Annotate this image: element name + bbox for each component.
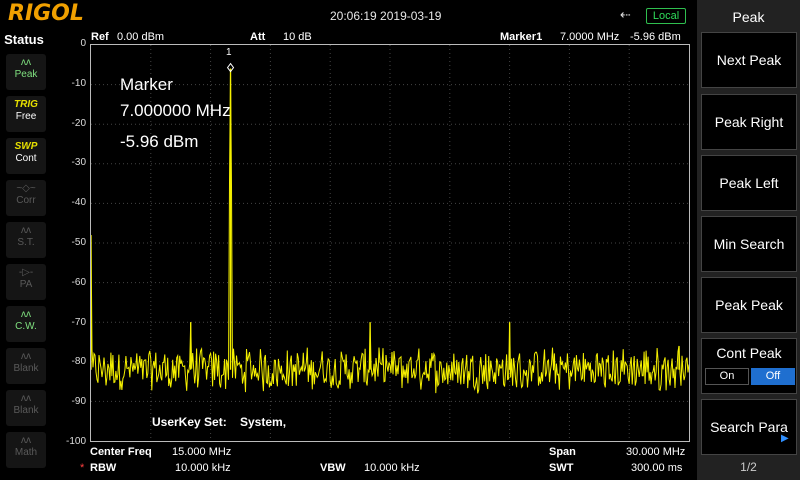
y-tick-label: -30 (71, 157, 86, 169)
swt-value: 300.00 ms (631, 462, 683, 474)
marker-amp: -5.96 dBm (630, 31, 681, 43)
status-item-label: S.T. (17, 237, 35, 248)
menu-title: Peak (732, 9, 765, 25)
span-label: Span (549, 446, 576, 458)
date-time: 20:06:19 2019-03-19 (330, 9, 442, 23)
ref-value: 0.00 dBm (117, 31, 165, 43)
marker-readout-freq: 7.000000 MHz (120, 101, 231, 120)
trig-icon: TRIG (14, 99, 38, 110)
peak-peak-button[interactable]: Peak Peak (701, 277, 797, 333)
cont-peak-label: Cont Peak (716, 345, 782, 361)
pa-icon: -▷- (18, 267, 34, 278)
peak-left-button[interactable]: Peak Left (701, 155, 797, 211)
marker-readout-title: Marker (120, 75, 173, 94)
att-value: 10 dB (283, 31, 312, 43)
status-item-cont: SWP Cont (6, 138, 46, 174)
userkey-value: System, (240, 415, 287, 429)
att-label: Att (250, 31, 266, 43)
cw-icon: ᴧᴧ (21, 309, 31, 320)
usb-icon: ⇠ (620, 7, 631, 22)
blank-icon: ᴧᴧ (21, 351, 31, 362)
y-tick-label: -50 (71, 237, 86, 248)
status-item-label: PA (19, 279, 33, 290)
y-tick-label: -10 (71, 77, 86, 89)
cont-peak-off[interactable]: Off (751, 368, 795, 385)
y-tick-label: 0 (80, 38, 86, 49)
status-item-label: Corr (16, 195, 36, 206)
rbw-value: 10.000 kHz (175, 462, 231, 474)
y-tick-label: -20 (71, 117, 86, 129)
status-item-label: Cont (15, 153, 37, 164)
y-tick-label: -100 (65, 436, 86, 447)
status-item-label: Peak (14, 69, 38, 80)
search-para-button[interactable]: Search Para (701, 399, 797, 455)
status-item-label: Free (15, 111, 37, 122)
center-freq-value: 15.000 MHz (172, 446, 232, 458)
y-tick-label: -70 (71, 316, 86, 328)
menu-page-indicator: 1/2 (740, 460, 757, 474)
status-item-corr: ~◇~ Corr (6, 180, 46, 216)
marker-label: Marker1 (500, 31, 543, 43)
peak-icon: ᴧᴧ (21, 57, 31, 68)
y-tick-label: -80 (71, 356, 86, 368)
next-peak-button[interactable]: Next Peak (701, 32, 797, 88)
y-tick-label: -40 (71, 197, 86, 209)
marker-freq: 7.0000 MHz (560, 31, 620, 43)
y-tick-label: -60 (71, 276, 86, 288)
status-item-label: C.W. (15, 321, 37, 332)
marker-readout-amp: -5.96 dBm (120, 132, 199, 151)
submenu-arrow-icon: ▶ (781, 433, 789, 444)
status-item-label: Math (14, 447, 38, 458)
status-item-st: ᴧᴧ S.T. (6, 222, 46, 258)
ref-label: Ref (91, 31, 109, 43)
local-badge: Local (646, 8, 686, 24)
status-title: Status (4, 32, 44, 47)
swt-label: SWT (549, 462, 574, 474)
rbw-manual-indicator: * (80, 462, 85, 474)
marker-number: 1 (226, 47, 232, 58)
cont-peak-on[interactable]: On (705, 368, 749, 385)
blank-icon: ᴧᴧ (21, 393, 31, 404)
status-item-label: Blank (13, 405, 39, 416)
brand-logo: RIGOL (8, 1, 84, 26)
sweep-icon: SWP (14, 141, 38, 152)
vbw-label: VBW (320, 462, 346, 474)
y-tick-label: -90 (71, 396, 86, 408)
vbw-value: 10.000 kHz (364, 462, 420, 474)
rbw-label: RBW (90, 462, 117, 474)
status-item-cw: ᴧᴧ C.W. (6, 306, 46, 342)
status-item-peak: ᴧᴧ Peak (6, 54, 46, 90)
status-item-blank: ᴧᴧ Blank (6, 390, 46, 426)
status-item-pa: -▷- PA (6, 264, 46, 300)
search-para-label: Search Para (710, 419, 788, 435)
span-value: 30.000 MHz (626, 446, 686, 458)
status-item-math: ᴧᴧ Math (6, 432, 46, 468)
corr-icon: ~◇~ (16, 183, 36, 194)
math-icon: ᴧᴧ (21, 435, 31, 446)
center-freq-label: Center Freq (90, 446, 152, 458)
status-item-blank: ᴧᴧ Blank (6, 348, 46, 384)
st-icon: ᴧᴧ (21, 225, 31, 236)
status-item-free: TRIG Free (6, 96, 46, 132)
userkey-label: UserKey Set: (152, 415, 227, 429)
min-search-button[interactable]: Min Search (701, 216, 797, 272)
status-item-label: Blank (13, 363, 39, 374)
peak-right-button[interactable]: Peak Right (701, 94, 797, 150)
